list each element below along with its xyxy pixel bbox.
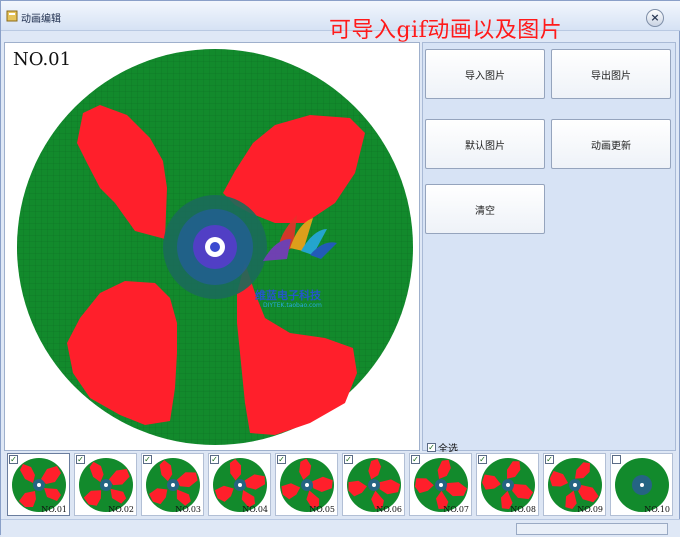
frame-checkbox[interactable]: ✓ bbox=[210, 455, 219, 464]
animation-canvas[interactable]: NO.01 维蓝电子科技 DIYTEK.taobao.com bbox=[4, 42, 420, 451]
frame-thumbnail[interactable]: ✓ NO.02 bbox=[74, 453, 137, 516]
app-icon bbox=[6, 10, 18, 22]
frame-label: NO.03 bbox=[175, 505, 201, 514]
frame-thumbnail[interactable]: ✓ NO.03 bbox=[141, 453, 204, 516]
control-panel bbox=[422, 42, 676, 451]
frame-checkbox[interactable]: ✓ bbox=[344, 455, 353, 464]
frame-thumbnail[interactable]: ✓ NO.05 bbox=[275, 453, 338, 516]
clear-button[interactable]: 清空 bbox=[425, 184, 545, 234]
frame-checkbox[interactable]: ✓ bbox=[545, 455, 554, 464]
frame-thumbnail[interactable]: ✓ NO.01 bbox=[7, 453, 70, 516]
frame-label: NO.06 bbox=[376, 505, 402, 514]
close-button[interactable]: × bbox=[646, 9, 664, 27]
status-bar bbox=[1, 519, 680, 537]
overlay-caption: 可导入gif动画以及图片 bbox=[329, 18, 563, 43]
frame-label: NO.10 bbox=[644, 505, 670, 514]
title-bar[interactable]: 动画编辑 可导入gif动画以及图片 × bbox=[1, 1, 680, 43]
frame-label: NO.04 bbox=[242, 505, 268, 514]
frame-thumbnail[interactable]: NO.10 bbox=[610, 453, 673, 516]
watermark-title: 维蓝电子科技 bbox=[255, 289, 321, 302]
frame-thumbnail[interactable]: ✓ NO.07 bbox=[409, 453, 472, 516]
frame-strip: ✓ NO.01 ✓ NO.02 ✓ NO.03 ✓ NO.04 ✓ NO.05 ✓ NO.06 ✓ NO.… bbox=[4, 452, 677, 519]
frame-label: NO.02 bbox=[108, 505, 134, 514]
update-animation-button[interactable]: 动画更新 bbox=[551, 119, 671, 169]
disc-preview bbox=[17, 49, 413, 445]
frame-checkbox[interactable]: ✓ bbox=[277, 455, 286, 464]
frame-label: NO.08 bbox=[510, 505, 536, 514]
frame-label: NO.05 bbox=[309, 505, 335, 514]
frame-thumbnail[interactable]: ✓ NO.08 bbox=[476, 453, 539, 516]
frame-thumbnail[interactable]: ✓ NO.09 bbox=[543, 453, 606, 516]
export-image-button[interactable]: 导出图片 bbox=[551, 49, 671, 99]
frame-checkbox[interactable] bbox=[612, 455, 621, 464]
window-title: 动画编辑 bbox=[21, 14, 61, 25]
frame-label: NO.09 bbox=[577, 505, 603, 514]
frame-label: NO.01 bbox=[41, 505, 67, 514]
frame-label: NO.07 bbox=[443, 505, 469, 514]
frame-checkbox[interactable]: ✓ bbox=[9, 455, 18, 464]
status-field bbox=[516, 523, 668, 535]
frame-checkbox[interactable]: ✓ bbox=[478, 455, 487, 464]
frame-checkbox[interactable]: ✓ bbox=[411, 455, 420, 464]
frame-checkbox[interactable]: ✓ bbox=[143, 455, 152, 464]
import-image-button[interactable]: 导入图片 bbox=[425, 49, 545, 99]
default-image-button[interactable]: 默认图片 bbox=[425, 119, 545, 169]
select-all-check[interactable]: ✓ bbox=[427, 443, 436, 452]
animation-editor-window: 动画编辑 可导入gif动画以及图片 × NO.01 维蓝电子科技 DIYTEK.… bbox=[0, 0, 680, 537]
frame-thumbnail[interactable]: ✓ NO.04 bbox=[208, 453, 271, 516]
watermark-subtitle: DIYTEK.taobao.com bbox=[263, 302, 322, 309]
frame-thumbnail[interactable]: ✓ NO.06 bbox=[342, 453, 405, 516]
frame-checkbox[interactable]: ✓ bbox=[76, 455, 85, 464]
close-icon: × bbox=[650, 11, 660, 24]
